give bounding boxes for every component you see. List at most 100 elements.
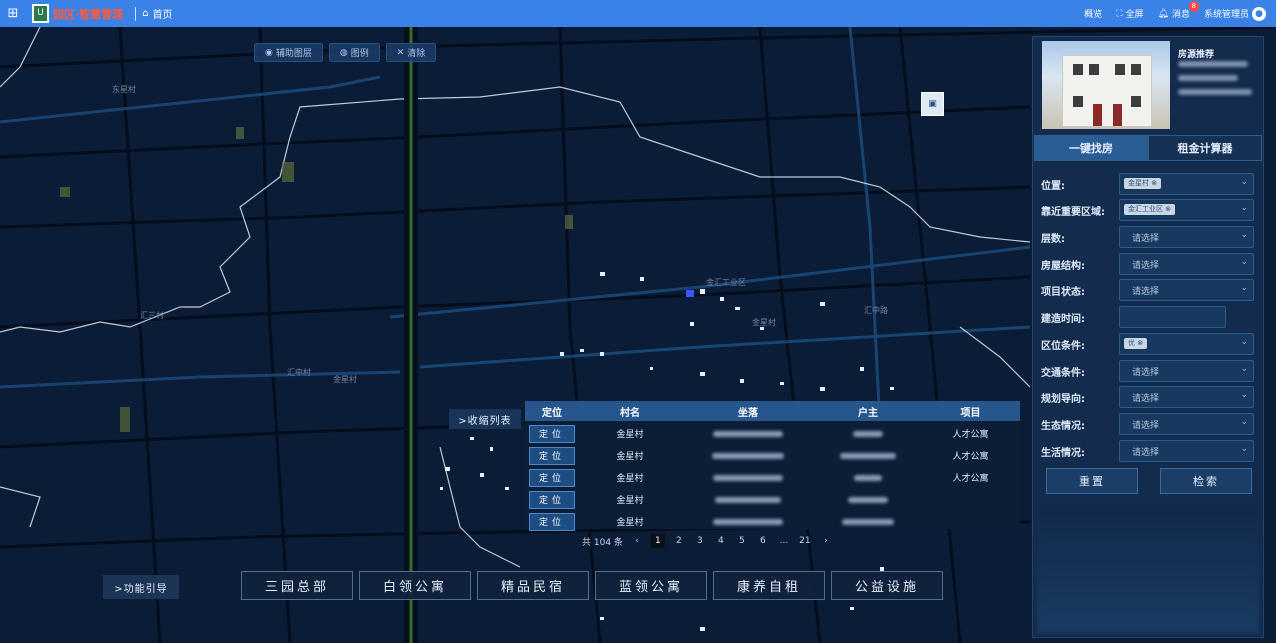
tab-find-house[interactable]: 一键找房: [1034, 135, 1148, 161]
select-placeholder: 请选择: [1132, 287, 1160, 297]
logo-text: 园区·智慧管理: [53, 7, 124, 21]
status-select[interactable]: 请选择 ⌄: [1119, 279, 1254, 301]
floors-select[interactable]: 请选择 ⌄: [1119, 226, 1254, 248]
table-row[interactable]: 定位 金星村: [525, 511, 1020, 532]
project-cell: 人才公寓: [952, 474, 989, 484]
legend-button[interactable]: ◍ 图例: [328, 43, 380, 62]
locate-button[interactable]: 定位: [529, 512, 575, 531]
structure-select[interactable]: 请选择 ⌄: [1119, 253, 1254, 275]
category-button[interactable]: 康养自租: [713, 571, 825, 600]
header-address: 坐落: [738, 407, 758, 419]
layers-label: 辅助图层: [275, 49, 312, 59]
category-button[interactable]: 蓝领公寓: [595, 571, 707, 600]
reset-button[interactable]: 重置: [1046, 468, 1138, 494]
field-label: 靠近重要区域:: [1041, 207, 1105, 218]
selected-tag[interactable]: 金星村 ⊗: [1124, 178, 1162, 189]
address-cell: [713, 474, 783, 481]
category-button[interactable]: 白领公寓: [359, 571, 471, 600]
prev-page-icon[interactable]: ‹: [630, 534, 644, 548]
locate-button[interactable]: 定位: [529, 468, 575, 487]
user-menu[interactable]: 系统管理员 ●: [1204, 6, 1266, 21]
locate-button[interactable]: 定位: [529, 446, 575, 465]
page-ellipsis[interactable]: ...: [777, 534, 791, 548]
field-label: 房屋结构:: [1041, 261, 1085, 272]
field-floors: 层数: 请选择 ⌄: [1039, 226, 1255, 248]
field-location-cond: 区位条件: 优 ⊗ ⌄: [1039, 333, 1255, 355]
search-button[interactable]: 检索: [1160, 468, 1252, 494]
header-village: 村名: [620, 407, 640, 419]
messages-badge: 8: [1188, 1, 1199, 12]
fullscreen-button[interactable]: ⛶ 全屏: [1116, 7, 1143, 21]
field-planning: 规划导向: 请选择 ⌄: [1039, 386, 1255, 408]
promo-card[interactable]: 房源推荐: [1042, 41, 1256, 129]
divider: [135, 6, 137, 21]
bell-icon: 🔔︎: [1157, 8, 1169, 19]
page-5[interactable]: 5: [735, 534, 749, 548]
page-1[interactable]: 1: [650, 534, 665, 548]
field-label: 生态情况:: [1041, 421, 1085, 432]
chevron-down-icon: ⌄: [1240, 283, 1248, 293]
page-6[interactable]: 6: [756, 534, 770, 548]
map-label: 汇中村: [287, 368, 311, 377]
ecology-select[interactable]: 请选择 ⌄: [1119, 413, 1254, 435]
owner-cell: [840, 452, 896, 459]
page-2[interactable]: 2: [672, 534, 686, 548]
table-row[interactable]: 定位 金星村 人才公寓: [525, 423, 1020, 444]
legend-icon: ◍: [339, 47, 348, 58]
category-button[interactable]: 三园总部: [241, 571, 353, 600]
built-date-input[interactable]: [1119, 306, 1226, 328]
messages-button[interactable]: 🔔︎ 消息 8: [1157, 1, 1199, 20]
traffic-select[interactable]: 请选择 ⌄: [1119, 360, 1254, 382]
header-project: 项目: [960, 407, 981, 419]
app-logo[interactable]: U 园区·智慧管理: [26, 0, 129, 27]
owner-cell: [848, 496, 888, 503]
header-locate: 定位: [542, 407, 562, 419]
project-cell: 人才公寓: [952, 452, 989, 462]
next-page-icon[interactable]: ›: [819, 534, 833, 548]
field-living: 生活情况: 请选择 ⌄: [1039, 440, 1255, 462]
village-cell: 金星村: [616, 474, 644, 484]
category-button[interactable]: 精品民宿: [477, 571, 589, 600]
planning-select[interactable]: 请选择 ⌄: [1119, 386, 1254, 408]
table-row[interactable]: 定位 金星村 人才公寓: [525, 445, 1020, 466]
living-select[interactable]: 请选择 ⌄: [1119, 440, 1254, 462]
location-cond-select[interactable]: 优 ⊗ ⌄: [1119, 333, 1254, 355]
layers-button[interactable]: ◉ 辅助图层: [254, 43, 323, 62]
map-marker[interactable]: ▣: [921, 92, 944, 116]
location-select[interactable]: 金星村 ⊗ ⌄: [1119, 173, 1254, 195]
page-3[interactable]: 3: [693, 534, 707, 548]
promo-info: [1178, 75, 1238, 81]
select-placeholder: 请选择: [1132, 234, 1160, 244]
locate-button[interactable]: 定位: [529, 490, 575, 509]
list-body: 定位 金星村 人才公寓 定位 金星村 人才公寓 定位 金星村 人才公寓 定位 金…: [525, 421, 1020, 532]
select-placeholder: 请选择: [1132, 368, 1160, 378]
logo-icon: U: [32, 4, 49, 23]
field-built: 建造时间:: [1039, 306, 1255, 328]
chevron-down-icon: ⌄: [1240, 177, 1248, 187]
table-row[interactable]: 定位 金星村: [525, 489, 1020, 510]
field-label: 区位条件:: [1041, 341, 1085, 352]
home-link[interactable]: ⌂ 首页: [142, 6, 172, 21]
home-label: 首页: [152, 10, 173, 21]
feature-guide-button[interactable]: >功能引导: [103, 575, 179, 599]
field-label: 交通条件:: [1041, 368, 1085, 379]
clear-button[interactable]: ✕ 清除: [385, 43, 437, 62]
grid-icon[interactable]: ⊞: [0, 0, 26, 27]
table-row[interactable]: 定位 金星村 人才公寓: [525, 467, 1020, 488]
page-4[interactable]: 4: [714, 534, 728, 548]
chevron-down-icon: ⌄: [1240, 444, 1248, 454]
locate-button[interactable]: 定位: [529, 424, 575, 443]
promo-info: [1178, 61, 1248, 67]
page-21[interactable]: 21: [798, 534, 812, 548]
select-placeholder: 请选择: [1132, 261, 1160, 271]
collapse-list-button[interactable]: >收缩列表: [449, 409, 521, 429]
selected-tag[interactable]: 优 ⊗: [1124, 338, 1148, 349]
nearby-select[interactable]: 金汇工业区 ⊗ ⌄: [1119, 199, 1254, 221]
messages-label: 消息: [1171, 10, 1190, 20]
selected-tag[interactable]: 金汇工业区 ⊗: [1124, 204, 1176, 215]
total-count: 共 104 条: [582, 537, 623, 548]
house-photo: [1042, 41, 1170, 129]
overview-button[interactable]: 概览: [1084, 7, 1102, 20]
category-button[interactable]: 公益设施: [831, 571, 943, 600]
tab-rent-calculator[interactable]: 租金计算器: [1148, 135, 1262, 161]
